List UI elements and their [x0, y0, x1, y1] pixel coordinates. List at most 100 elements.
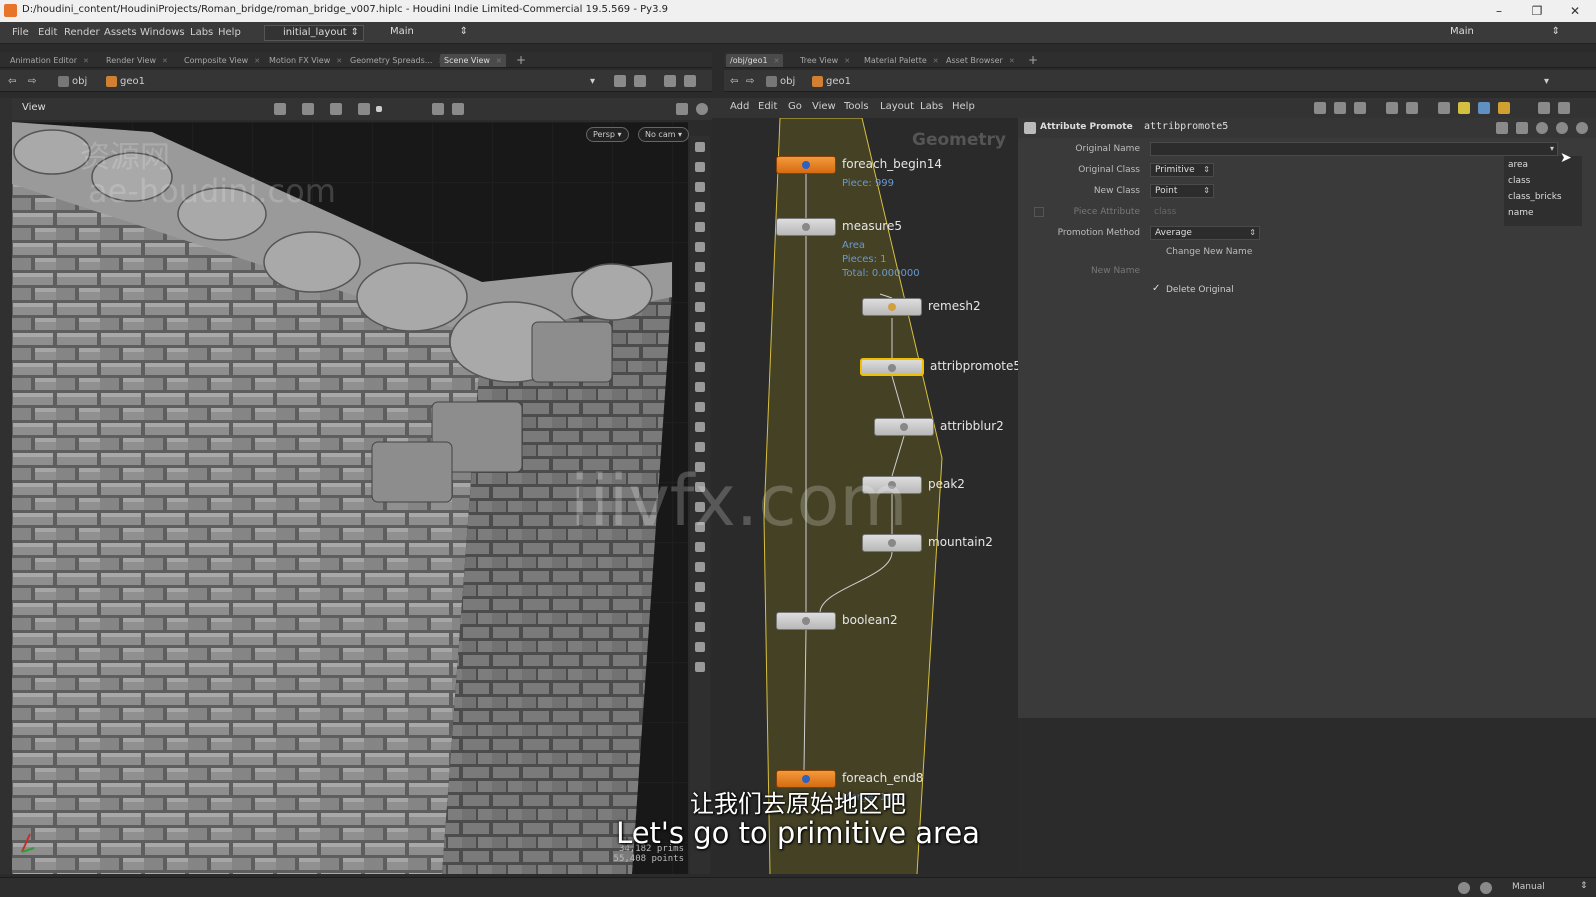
note-icon[interactable] [1354, 102, 1366, 114]
uv-icon[interactable] [695, 382, 705, 392]
popup-item-name[interactable]: name [1508, 208, 1534, 218]
menu-edit[interactable]: Edit [38, 27, 57, 38]
tab-network-geo1[interactable]: /obj/geo1 ✕ [726, 54, 784, 67]
promotion-method-select[interactable]: Average ⇕ [1150, 226, 1260, 240]
display-options-icon[interactable] [684, 75, 696, 87]
context-selector[interactable]: Main ⇕ [372, 25, 472, 41]
tab-scene-view[interactable]: Scene View ✕ [440, 54, 506, 67]
lock-icon[interactable] [695, 182, 705, 192]
right-context-selector[interactable]: Main ⇕ [1432, 25, 1564, 41]
network-box-icon[interactable] [1478, 102, 1490, 114]
change-new-name-checkbox[interactable] [1152, 247, 1162, 257]
normal-icon[interactable] [695, 362, 705, 372]
popup-item-class[interactable]: class [1508, 176, 1530, 186]
snap-grid-icon[interactable] [695, 202, 705, 212]
vertex-icon[interactable] [695, 342, 705, 352]
refresh-icon[interactable] [1480, 882, 1492, 894]
network-menu-go[interactable]: Go [788, 101, 802, 112]
texture-icon[interactable] [695, 642, 705, 652]
path-obj[interactable]: obj [56, 74, 87, 89]
popup-item-class-bricks[interactable]: class_bricks [1508, 192, 1562, 202]
gear-icon[interactable] [1496, 122, 1508, 134]
forward-icon[interactable]: ⇨ [746, 74, 754, 89]
zoom-icon[interactable] [1538, 102, 1550, 114]
network-menu-layout[interactable]: Layout [880, 101, 914, 112]
maximize-button[interactable]: ❐ [1522, 2, 1552, 20]
tab-geometry-spreadsheet[interactable]: Geometry Spreads...✕ [346, 54, 448, 67]
network-menu-help[interactable]: Help [952, 101, 975, 112]
expression-icon[interactable] [1516, 122, 1528, 134]
isolate-icon[interactable] [695, 442, 705, 452]
search-icon[interactable] [1536, 122, 1548, 134]
perspective-menu-button[interactable]: Persp ▾ [586, 127, 629, 142]
location-icon[interactable] [695, 662, 705, 672]
ghost-icon[interactable] [695, 402, 705, 412]
path-dropdown-icon[interactable]: ▾ [590, 74, 595, 89]
help-icon[interactable] [1576, 122, 1588, 134]
network-menu-edit[interactable]: Edit [758, 101, 777, 112]
tab-motion-fx-view[interactable]: Motion FX View ✕ [265, 54, 346, 67]
pane-options-icon[interactable] [1558, 102, 1570, 114]
dot-icon[interactable] [1498, 102, 1510, 114]
rotate-icon[interactable] [330, 103, 342, 115]
network-menu-add[interactable]: Add [730, 101, 749, 112]
node-attribpromote5[interactable] [860, 358, 924, 376]
close-button[interactable]: ✕ [1560, 2, 1590, 20]
popup-item-area[interactable]: area [1508, 160, 1528, 170]
node-name-field[interactable]: attribpromote5 [1144, 121, 1228, 135]
light-icon[interactable] [695, 262, 705, 272]
tab-material-palette[interactable]: Material Palette ✕ [860, 54, 943, 67]
wireframe-icon[interactable] [695, 222, 705, 232]
menu-file[interactable]: File [12, 27, 29, 38]
menu-assets[interactable]: Assets [104, 27, 137, 38]
menu-render[interactable]: Render [64, 27, 100, 38]
tab-render-view[interactable]: Render View ✕ [102, 54, 172, 67]
shading-icon[interactable] [695, 242, 705, 252]
measure-icon[interactable] [695, 622, 705, 632]
path-obj[interactable]: obj [764, 74, 795, 89]
menu-help[interactable]: Help [218, 27, 241, 38]
original-class-select[interactable]: Primitive ⇕ [1150, 163, 1214, 177]
camera-icon[interactable] [452, 103, 464, 115]
back-icon[interactable]: ⇦ [730, 74, 738, 89]
mask-icon[interactable] [695, 562, 705, 572]
tools-icon[interactable] [1314, 102, 1326, 114]
path-dropdown-icon[interactable]: ▾ [1544, 74, 1549, 89]
render-icon[interactable] [432, 103, 444, 115]
help-icon[interactable] [696, 103, 708, 115]
desktop-selector[interactable]: initial_layout ⇕ [264, 25, 364, 41]
checkmark-icon[interactable]: ✓ [1152, 284, 1162, 294]
menu-labs[interactable]: Labs [190, 27, 213, 38]
select-icon[interactable] [274, 103, 286, 115]
updown-icon[interactable]: ⇕ [1580, 881, 1588, 891]
snap-icon[interactable] [358, 103, 370, 115]
dropdown-arrow-icon[interactable]: ▾ [1550, 143, 1554, 155]
select-mode-icon[interactable] [695, 142, 705, 152]
update-mode[interactable]: Manual [1512, 882, 1545, 892]
forward-icon[interactable]: ⇨ [28, 74, 36, 89]
menu-windows[interactable]: Windows [140, 27, 185, 38]
info-icon[interactable] [1556, 122, 1568, 134]
sticky-note-icon[interactable] [1458, 102, 1470, 114]
handle-icon[interactable] [695, 162, 705, 172]
group-icon[interactable] [695, 602, 705, 612]
template-icon[interactable] [695, 422, 705, 432]
fill-icon[interactable] [695, 582, 705, 592]
transform-icon[interactable] [302, 103, 314, 115]
minimize-button[interactable]: – [1484, 2, 1514, 20]
grid-view-icon[interactable] [1386, 102, 1398, 114]
stop-icon[interactable] [376, 106, 382, 112]
point-icon[interactable] [695, 282, 705, 292]
tab-asset-browser[interactable]: Asset Browser ✕ [942, 54, 1019, 67]
tab-tree-view[interactable]: Tree View ✕ [796, 54, 854, 67]
path-geo1[interactable]: geo1 [104, 74, 145, 89]
tab-animation-editor[interactable]: Animation Editor ✕ [6, 54, 93, 67]
add-tab-icon[interactable]: + [1024, 54, 1042, 67]
list-view-icon[interactable] [1406, 102, 1418, 114]
back-icon[interactable]: ⇦ [8, 74, 16, 89]
edge-icon[interactable] [695, 302, 705, 312]
tab-composite-view[interactable]: Composite View ✕ [180, 54, 264, 67]
network-menu-tools[interactable]: Tools [844, 101, 869, 112]
flip-icon[interactable] [695, 542, 705, 552]
layout-icon[interactable] [664, 75, 676, 87]
